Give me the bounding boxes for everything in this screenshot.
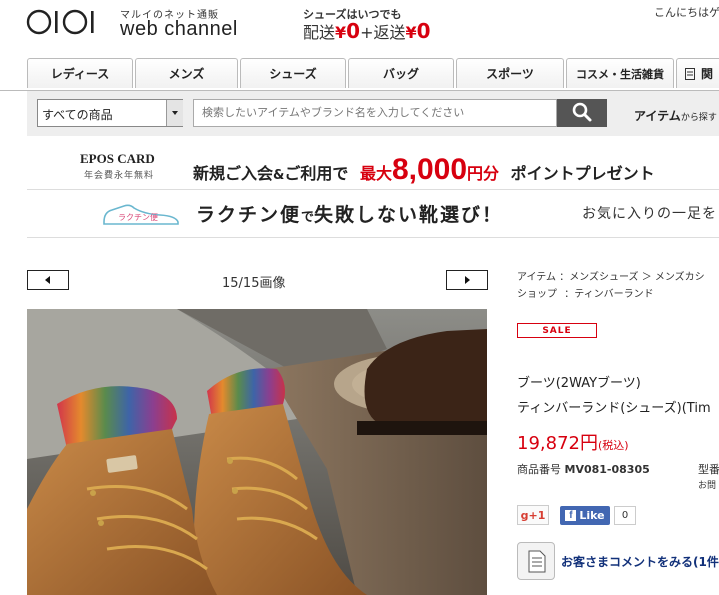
return-value: 0 bbox=[416, 19, 431, 43]
yen-sign: ¥ bbox=[405, 23, 417, 42]
sale-badge: SALE bbox=[517, 323, 597, 338]
search-icon bbox=[572, 102, 592, 121]
divider bbox=[27, 189, 719, 190]
epos-promo[interactable]: 新規ご入会&ご利用で 最大8,000円分 ポイントプレゼント bbox=[193, 153, 655, 187]
rakuchin-title1: ラクチン便 bbox=[196, 204, 302, 226]
price-value: 19,872 bbox=[517, 433, 580, 454]
search-input[interactable] bbox=[193, 99, 557, 127]
triangle-right-icon bbox=[465, 276, 470, 284]
customer-comments-link[interactable]: お客さまコメントをみる(1件 bbox=[561, 553, 719, 570]
tab-sports[interactable]: スポーツ bbox=[456, 58, 564, 88]
price-tax: (税込) bbox=[597, 439, 629, 452]
item-search-link[interactable]: アイテムから探す bbox=[634, 107, 717, 124]
triangle-left-icon bbox=[45, 276, 50, 284]
epos-card-logo[interactable]: EPOS CARD bbox=[80, 151, 155, 167]
rakuchin-de: で bbox=[301, 210, 315, 225]
epos-text2: ご利用で bbox=[284, 164, 349, 183]
rakuchin-title[interactable]: ラクチン便で失敗しない靴選び！ bbox=[196, 200, 503, 227]
tab-shoes[interactable]: シューズ bbox=[240, 58, 346, 88]
epos-amp: & bbox=[273, 168, 285, 183]
comment-icon-button[interactable] bbox=[517, 542, 555, 580]
image-counter: 15/15画像 bbox=[222, 276, 286, 291]
product-photo[interactable] bbox=[27, 309, 487, 595]
breadcrumb-separator: ： bbox=[559, 272, 570, 283]
product-sku: 商品番号 MV081-08305 bbox=[517, 461, 650, 477]
logo-wordmark[interactable]: web channel bbox=[120, 18, 238, 41]
breadcrumb-item-label: アイテム bbox=[517, 272, 556, 283]
select-arrow[interactable] bbox=[166, 100, 183, 126]
sku-label: 商品番号 bbox=[517, 463, 561, 476]
tab-ladies[interactable]: レディース bbox=[27, 58, 133, 88]
chevron-down-icon bbox=[172, 111, 178, 115]
breadcrumb-mens-shoes-link[interactable]: メンズシューズ bbox=[569, 272, 638, 283]
search-button[interactable] bbox=[557, 99, 607, 127]
product-brand: ティンバーランド(シューズ)(Tim bbox=[517, 401, 711, 416]
breadcrumb-shop: ショップ ：ティンバーランド bbox=[517, 285, 654, 300]
breadcrumb-shop-label: ショップ bbox=[517, 289, 557, 300]
epos-text3: ポイントプレゼント bbox=[510, 164, 655, 183]
tab-more[interactable]: 関 bbox=[676, 58, 719, 88]
rakuchin-tagline: お気に入りの一足を bbox=[582, 206, 717, 222]
breadcrumb-arrow: ＞ bbox=[641, 272, 652, 283]
breadcrumb-mens-casual-link[interactable]: メンズカシ bbox=[655, 272, 705, 283]
product-price: 19,872円(税込) bbox=[517, 429, 629, 455]
free-shipping-banner[interactable]: 配送¥0+返送¥0 bbox=[303, 19, 431, 43]
greeting-text: こんにちはゲ bbox=[654, 6, 719, 19]
divider bbox=[27, 237, 719, 238]
rakuchin-title2: 失敗しない靴選び！ bbox=[314, 204, 504, 226]
breadcrumb-shop-link[interactable]: ティンバーランド bbox=[574, 289, 653, 300]
shoe-badge-text: ラクチン便 bbox=[118, 212, 158, 222]
epos-text1: 新規ご入会 bbox=[193, 164, 274, 183]
facebook-like-count: 0 bbox=[614, 506, 636, 525]
google-plus-button[interactable]: g+1 bbox=[517, 505, 549, 525]
model-label: 型番 bbox=[698, 463, 719, 476]
shoe-badge-icon[interactable]: ラクチン便 bbox=[100, 200, 182, 228]
product-name: ブーツ(2WAYブーツ) bbox=[517, 376, 641, 391]
tab-mens[interactable]: メンズ bbox=[135, 58, 238, 88]
price-unit: 円 bbox=[579, 433, 598, 454]
document-icon bbox=[528, 550, 546, 573]
next-image-button[interactable] bbox=[446, 270, 488, 290]
breadcrumb-item: アイテム ：メンズシューズ ＞ メンズカシ bbox=[517, 268, 705, 283]
tab-cosme[interactable]: コスメ・生活雑貨 bbox=[566, 58, 674, 88]
epos-amount: 8,000 bbox=[391, 153, 468, 186]
facebook-icon: f bbox=[565, 510, 577, 521]
marui-logo-icon[interactable] bbox=[26, 6, 106, 38]
shipping-value: 0 bbox=[346, 19, 361, 43]
document-icon bbox=[685, 67, 695, 80]
breadcrumb-separator: ： bbox=[564, 289, 575, 300]
sku-value: MV081-08305 bbox=[564, 463, 650, 476]
epos-yen: 円分 bbox=[467, 164, 500, 183]
item-search-suffix: から探す bbox=[680, 113, 717, 123]
shipping-label: 配送 bbox=[303, 23, 336, 42]
yen-sign: ¥ bbox=[335, 23, 347, 42]
epos-max: 最大 bbox=[359, 164, 392, 183]
tab-more-label: 関 bbox=[701, 67, 714, 81]
facebook-like-button[interactable]: f Like bbox=[560, 506, 610, 525]
tab-bags[interactable]: バッグ bbox=[348, 58, 454, 88]
facebook-like-label: Like bbox=[579, 509, 605, 522]
model-inquiry[interactable]: お問 bbox=[698, 478, 716, 491]
category-tabs: レディース メンズ シューズ バッグ スポーツ コスメ・生活雑貨 関 bbox=[0, 56, 719, 91]
return-label: +返送 bbox=[360, 23, 406, 42]
category-select-value: すべての商品 bbox=[42, 108, 113, 122]
prev-image-button[interactable] bbox=[27, 270, 69, 290]
epos-fee-text: 年会費永年無料 bbox=[84, 171, 155, 181]
item-search-label: アイテム bbox=[634, 109, 681, 123]
